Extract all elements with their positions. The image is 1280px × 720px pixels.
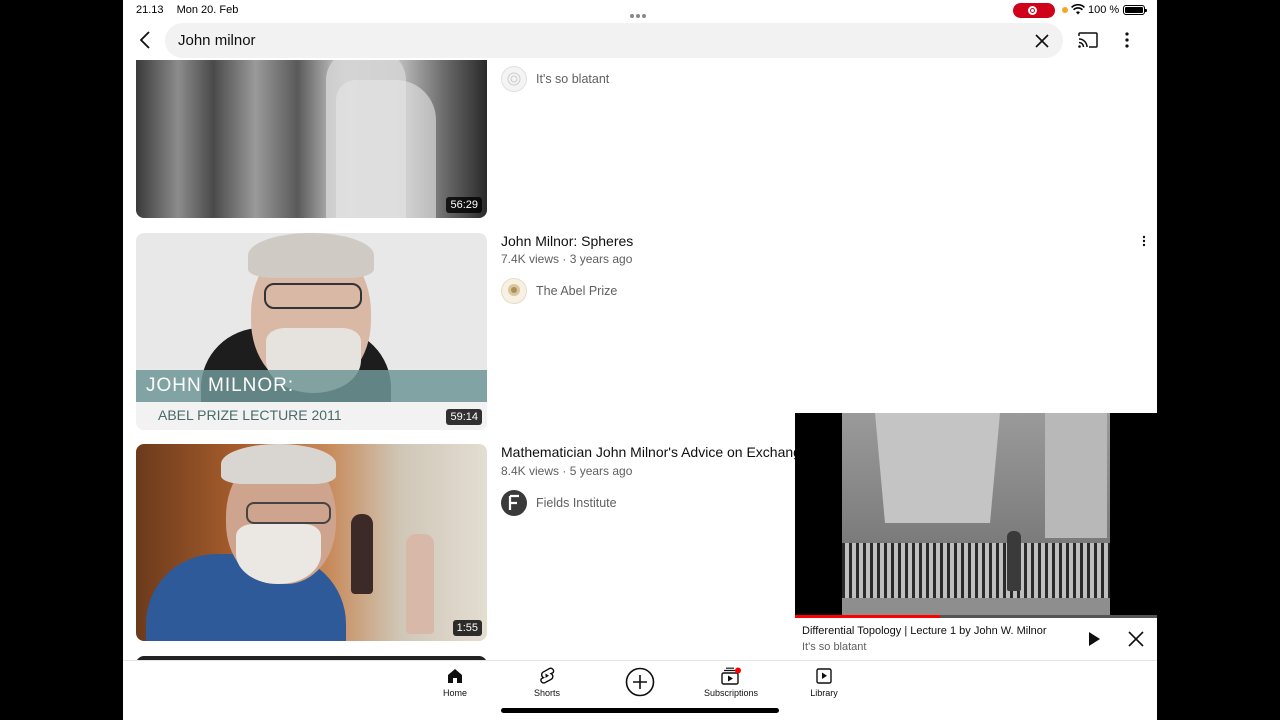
nav-create-button[interactable] [625, 667, 655, 697]
status-time: 21.13 [136, 4, 164, 16]
channel-avatar [501, 278, 527, 304]
thumbnail-glasses [246, 502, 331, 524]
thumbnail-person-bg-1 [351, 514, 373, 594]
mini-player-channel: It's so blatant [802, 641, 867, 653]
more-vertical-icon [1125, 32, 1129, 48]
play-icon [1089, 632, 1100, 646]
status-time-date: 21.13 Mon 20. Feb [136, 4, 248, 16]
home-indicator[interactable] [501, 708, 779, 713]
more-options-button[interactable] [1115, 28, 1139, 52]
video-duration: 1:55 [452, 620, 482, 636]
abel-prize-logo-icon [508, 284, 520, 296]
video-meta: 7.4K views · 3 years ago [501, 252, 633, 266]
fields-institute-logo-icon [508, 494, 519, 510]
mini-player-progress[interactable] [795, 615, 1157, 618]
search-input[interactable]: John milnor [178, 32, 256, 49]
mini-player-title[interactable]: Differential Topology | Lecture 1 by Joh… [802, 625, 1047, 637]
channel-avatar [501, 490, 527, 516]
close-icon [1128, 631, 1144, 647]
shorts-icon [540, 667, 555, 684]
channel-row[interactable]: The Abel Prize [501, 278, 617, 304]
thumbnail-beard [236, 524, 321, 584]
channel-avatar [501, 66, 527, 92]
close-icon [1035, 34, 1049, 48]
video-title[interactable]: John Milnor: Spheres [501, 233, 633, 249]
mini-player-play-button[interactable] [1083, 628, 1105, 650]
library-icon [816, 668, 832, 684]
nav-shorts[interactable]: Shorts [512, 667, 582, 698]
video-curtain [842, 543, 1110, 598]
home-icon [448, 669, 462, 683]
thumbnail-subtitle-text: ABEL PRIZE LECTURE 2011 [158, 407, 342, 423]
nav-home-label: Home [442, 688, 467, 698]
back-button[interactable] [133, 28, 157, 52]
status-bar: 21.13 Mon 20. Feb 100 % [123, 0, 1157, 20]
more-vertical-icon [1142, 235, 1146, 247]
video-board-right [1045, 413, 1107, 538]
channel-row[interactable]: It's so blatant [501, 66, 609, 92]
video-lecturer [1007, 531, 1021, 591]
thumbnail-hair [221, 444, 336, 484]
nav-subscriptions-label: Subscriptions [703, 688, 759, 698]
mini-player-video[interactable] [795, 413, 1157, 617]
subscriptions-icon [721, 667, 741, 685]
multitasking-dots-icon[interactable] [630, 9, 650, 18]
video-thumbnail[interactable]: JOHN MILNOR: ABEL PRIZE LECTURE 2011 59:… [136, 233, 487, 430]
chevron-left-icon [139, 31, 150, 49]
video-board-left [875, 413, 1000, 523]
screen: 21.13 Mon 20. Feb 100 % John milnor 56:2… [123, 0, 1157, 720]
nav-home[interactable]: Home [420, 667, 490, 698]
thumbnail-title-text: JOHN MILNOR: [146, 375, 295, 396]
nav-library[interactable]: Library [789, 667, 859, 698]
thumbnail-person-bg-2 [406, 534, 434, 634]
nav-library-label: Library [810, 688, 838, 698]
mini-player-close-button[interactable] [1125, 628, 1147, 650]
channel-logo-icon [507, 72, 521, 86]
video-duration: 59:14 [446, 409, 482, 425]
add-circle-icon [625, 667, 655, 697]
video-more-button[interactable] [1137, 232, 1151, 250]
battery-percent: 100 % [1088, 4, 1120, 16]
channel-name: The Abel Prize [536, 284, 618, 298]
cast-icon [1078, 32, 1098, 48]
mini-player[interactable]: Differential Topology | Lecture 1 by Joh… [795, 413, 1157, 660]
mini-player-progress-fill [795, 615, 940, 618]
thumbnail-glasses [264, 283, 362, 309]
video-thumbnail[interactable]: 56:29 [136, 60, 487, 218]
channel-name: Fields Institute [536, 496, 617, 510]
status-date: Mon 20. Feb [176, 4, 239, 16]
thumbnail-figure-coat [336, 80, 436, 218]
thumbnail-hair [248, 233, 374, 278]
clear-search-button[interactable] [1031, 30, 1053, 52]
search-box[interactable]: John milnor [165, 23, 1063, 58]
screen-recording-icon[interactable] [1013, 3, 1055, 18]
wifi-icon [1071, 4, 1085, 15]
video-thumbnail[interactable]: 1:55 [136, 444, 487, 641]
nav-subscriptions[interactable]: Subscriptions [696, 667, 766, 698]
channel-name: It's so blatant [536, 72, 610, 86]
battery-icon [1123, 5, 1147, 15]
video-meta: 8.4K views · 5 years ago [501, 464, 633, 478]
channel-row[interactable]: Fields Institute [501, 490, 617, 516]
nav-shorts-label: Shorts [533, 688, 560, 698]
video-duration: 56:29 [446, 197, 482, 213]
cast-button[interactable] [1076, 28, 1100, 52]
mic-indicator-icon [1062, 7, 1068, 13]
